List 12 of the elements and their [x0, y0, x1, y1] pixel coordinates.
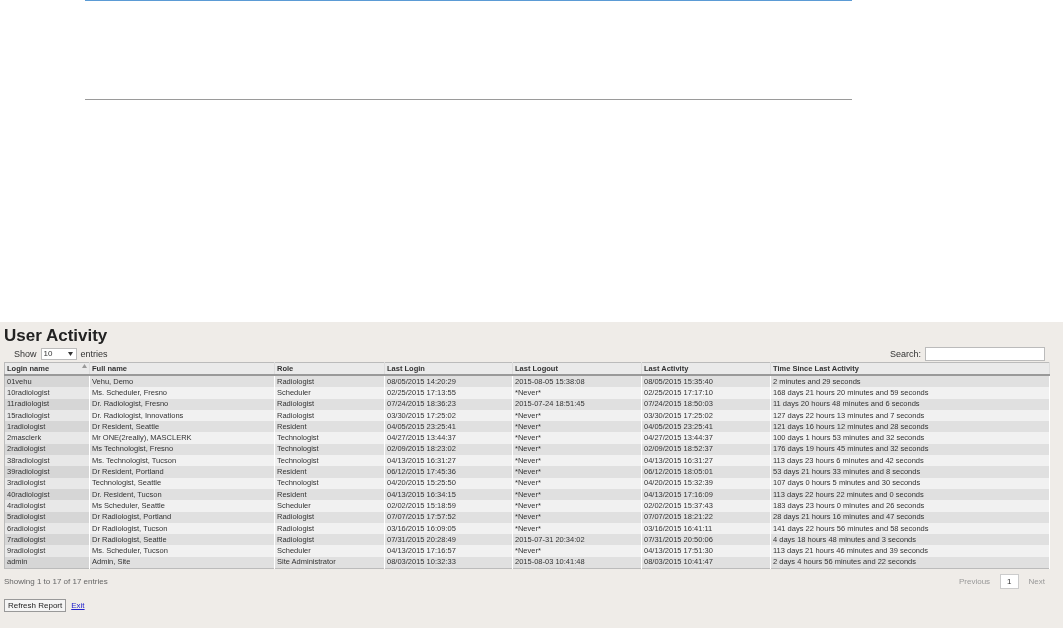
exit-link[interactable]: Exit: [71, 601, 85, 611]
show-label: Show: [14, 348, 37, 359]
search-field[interactable]: [925, 346, 1045, 361]
sort-icon: [82, 364, 87, 368]
search-label: Search:: [889, 348, 921, 359]
entries-select[interactable]: 10: [40, 347, 77, 360]
dropdown-caret-icon: [67, 351, 73, 356]
refresh-button[interactable]: Refresh Report: [4, 599, 67, 613]
entries-info: Showing 1 to 17 of 17 entries: [4, 577, 108, 587]
page-button[interactable]: 1: [1000, 574, 1019, 590]
entries-label: entries: [80, 348, 108, 359]
page-title: User Activity: [4, 326, 109, 346]
